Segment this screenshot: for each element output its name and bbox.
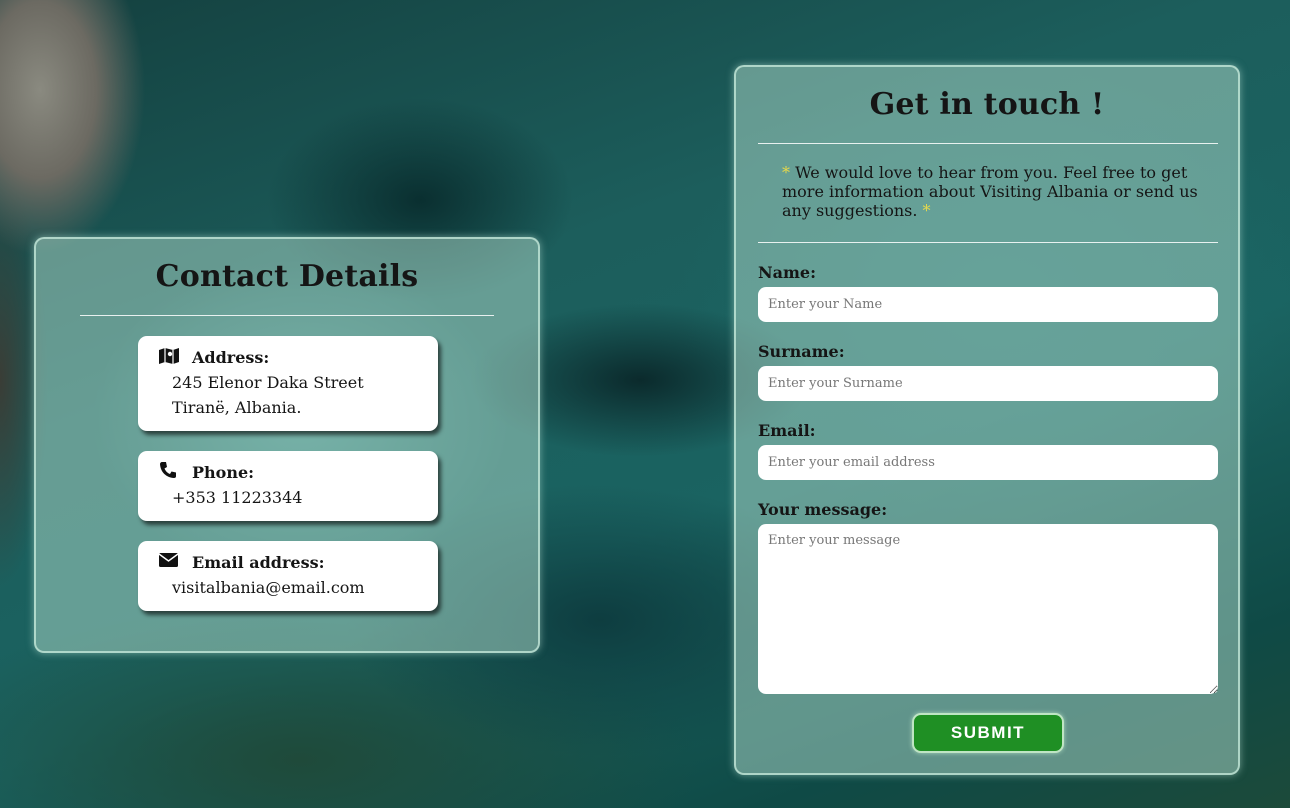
address-card: Address: 245 Elenor Daka Street Tiranë, … xyxy=(138,336,438,431)
email-field-label: Email: xyxy=(758,421,816,440)
phone-card: Phone: +353 11223344 xyxy=(138,451,438,521)
envelope-icon xyxy=(158,551,192,573)
address-label: Address: xyxy=(192,347,270,367)
phone-icon xyxy=(158,461,192,483)
surname-input[interactable] xyxy=(758,366,1218,401)
message-textarea[interactable] xyxy=(758,524,1218,694)
email-label: Email address: xyxy=(192,552,325,572)
message-label: Your message: xyxy=(758,500,888,519)
surname-label: Surname: xyxy=(758,342,845,361)
intro-star-close: * xyxy=(922,201,931,220)
name-input[interactable] xyxy=(758,287,1218,322)
contact-details-panel: Contact Details Address: 245 Elenor Daka… xyxy=(34,237,540,653)
intro-star-open: * xyxy=(782,163,790,182)
form-title: Get in touch ! xyxy=(869,87,1105,122)
email-card: Email address: visitalbania@email.com xyxy=(138,541,438,611)
name-label: Name: xyxy=(758,263,817,282)
email-input[interactable] xyxy=(758,445,1218,480)
contact-divider xyxy=(80,315,494,316)
form-divider-bottom xyxy=(758,242,1218,243)
contact-details-title: Contact Details xyxy=(155,259,419,294)
address-line-1: 245 Elenor Daka Street xyxy=(172,373,364,392)
address-line-2: Tiranë, Albania. xyxy=(172,398,302,417)
intro-text: We would love to hear from you. Feel fre… xyxy=(782,163,1198,220)
phone-label: Phone: xyxy=(192,462,255,482)
email-value: visitalbania@email.com xyxy=(172,578,365,597)
form-intro: * We would love to hear from you. Feel f… xyxy=(782,163,1202,220)
submit-button[interactable]: SUBMIT xyxy=(912,713,1064,753)
map-icon xyxy=(158,346,192,368)
contact-form-panel: Get in touch ! * We would love to hear f… xyxy=(734,65,1240,775)
form-divider-top xyxy=(758,143,1218,144)
phone-number: +353 11223344 xyxy=(172,488,303,507)
